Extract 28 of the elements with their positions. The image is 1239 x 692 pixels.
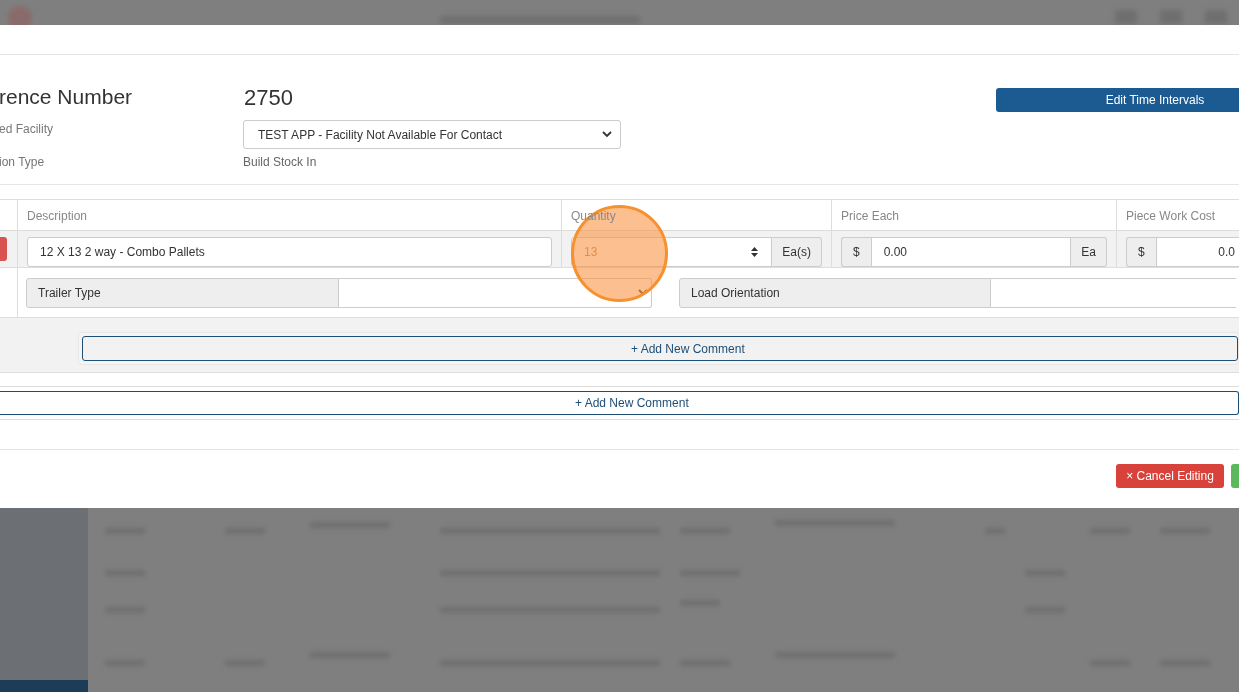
add-comment-button[interactable]: + Add New Comment [0, 391, 1239, 415]
reference-label: rence Number [0, 84, 133, 110]
column-header: Piece Work Cost [1126, 209, 1216, 223]
add-comment-button[interactable]: + Add New Comment [82, 336, 1238, 361]
chevron-down-icon [602, 131, 612, 138]
row-action-button[interactable] [0, 237, 7, 261]
edit-time-intervals-button[interactable]: Edit Time Intervals [996, 88, 1239, 112]
trailer-type-select[interactable] [339, 277, 652, 308]
attribute-field[interactable] [991, 277, 1236, 308]
currency-label: $ [1126, 237, 1156, 267]
attribute-label: Trailer Type [26, 277, 339, 308]
description-field[interactable]: 12 X 13 2 way - Combo Pallets [27, 237, 552, 267]
unit-label: Ea [1071, 237, 1107, 267]
type-label: ion Type [0, 154, 45, 171]
type-value: Build Stock In [243, 154, 317, 171]
facility-label: ed Facility [0, 121, 54, 138]
unit-label: Ea(s) [772, 237, 822, 267]
cancel-editing-button[interactable]: × Cancel Editing [1116, 464, 1224, 488]
attribute-label: Load Orientation [679, 277, 991, 308]
reference-number: 2750 [244, 84, 293, 112]
facility-select[interactable]: TEST APP - Facility Not Available For Contact [243, 120, 621, 149]
price-field[interactable]: 0.00 [870, 237, 1072, 267]
spinner-icon[interactable] [750, 246, 760, 258]
currency-label: $ [841, 237, 871, 267]
cost-field[interactable]: 0.0 [1155, 237, 1239, 267]
column-header: Price Each [841, 209, 900, 223]
column-header: Description [27, 209, 88, 223]
chevron-down-icon [638, 289, 648, 296]
